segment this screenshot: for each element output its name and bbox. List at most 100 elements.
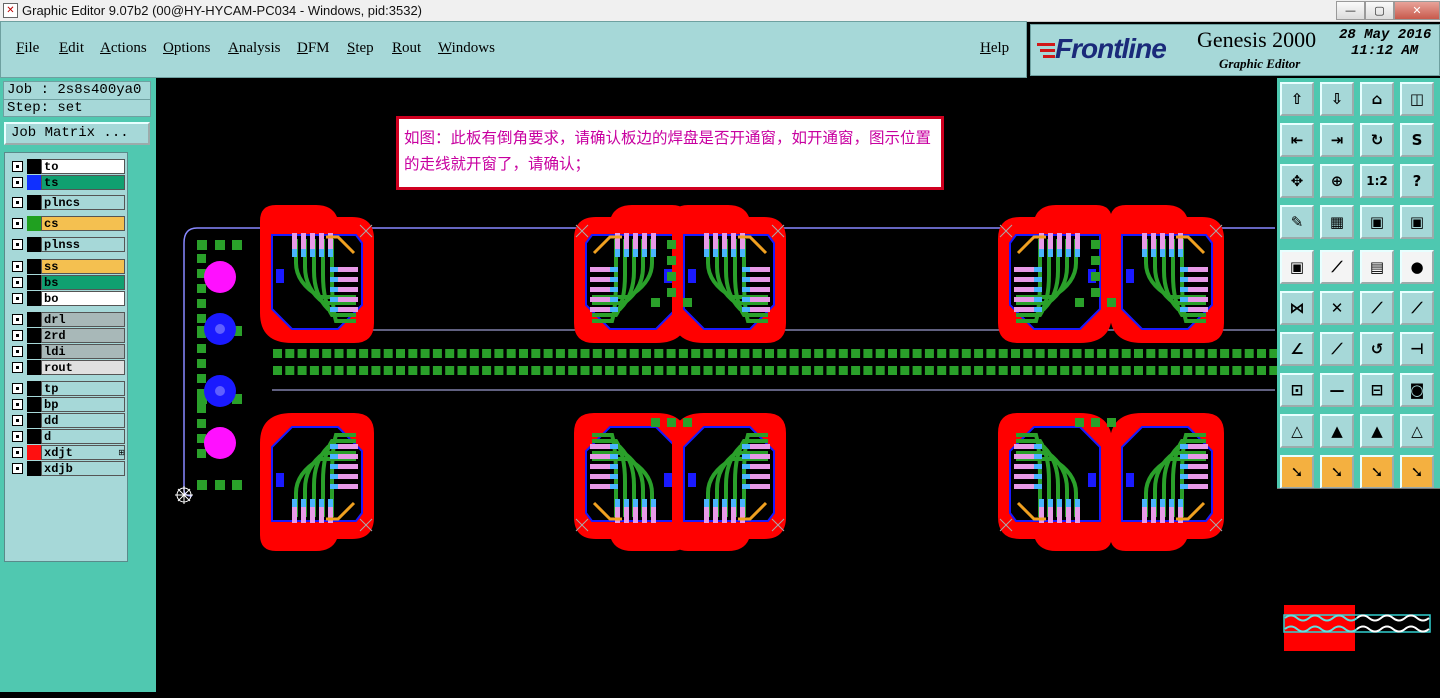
zoom-center-icon[interactable]: ⊕ xyxy=(1320,164,1354,198)
layer-color-swatch[interactable] xyxy=(27,397,41,412)
grid-icon[interactable]: ▦ xyxy=(1320,205,1354,239)
layer-name[interactable]: to xyxy=(41,159,125,174)
menu-options[interactable]: Options xyxy=(163,40,211,57)
zoom-fit-icon[interactable]: ✥ xyxy=(1280,164,1314,198)
cross-icon[interactable]: ✕ xyxy=(1320,291,1354,325)
layer-color-swatch[interactable] xyxy=(27,413,41,428)
menu-analysis[interactable]: Analysis xyxy=(228,40,281,57)
window-split-icon[interactable]: ◫ xyxy=(1400,82,1434,116)
layer-checkbox[interactable] xyxy=(12,293,23,304)
overview-panel[interactable] xyxy=(1277,488,1440,693)
layer-row-xdjt[interactable]: xdjt ⊞ xyxy=(7,445,127,460)
layer-row-bp[interactable]: bp xyxy=(7,397,127,412)
layer-row-tp[interactable]: tp xyxy=(7,381,127,396)
menu-help[interactable]: Help xyxy=(980,40,1009,57)
home-icon[interactable]: ⌂ xyxy=(1360,82,1394,116)
layer-checkbox[interactable] xyxy=(12,346,23,357)
layer-row-ldi[interactable]: ldi xyxy=(7,344,127,359)
layer-name[interactable]: rout xyxy=(41,360,125,375)
layer-name[interactable]: xdjb xyxy=(41,461,125,476)
pointer-icon[interactable]: ➘ xyxy=(1280,455,1314,489)
layer-checkbox[interactable] xyxy=(12,383,23,394)
arrow-in-left-icon[interactable]: ⇤ xyxy=(1280,123,1314,157)
layer-checkbox[interactable] xyxy=(12,218,23,229)
menu-file[interactable]: File xyxy=(16,40,39,57)
layer-name[interactable]: ts xyxy=(41,175,125,190)
layer-color-swatch[interactable] xyxy=(27,445,41,460)
layer-checkbox[interactable] xyxy=(12,399,23,410)
layers-red-alt-icon[interactable]: ▣ xyxy=(1400,205,1434,239)
pad-square-icon[interactable]: ▣ xyxy=(1280,250,1314,284)
triangle-arrow-icon[interactable]: ▲ xyxy=(1320,414,1354,448)
rotate-icon[interactable]: ↺ xyxy=(1360,332,1394,366)
layer-row-bs[interactable]: bs xyxy=(7,275,127,290)
layer-name[interactable]: bo xyxy=(41,291,125,306)
menu-edit[interactable]: Edit xyxy=(59,40,84,57)
snake-icon[interactable]: S xyxy=(1400,123,1434,157)
shapes-icon[interactable]: ◙ xyxy=(1400,373,1434,407)
scale-1-2-icon[interactable]: 1:2 xyxy=(1360,164,1394,198)
layer-checkbox[interactable] xyxy=(12,314,23,325)
ruler-icon[interactable]: ▤ xyxy=(1360,250,1394,284)
layer-color-swatch[interactable] xyxy=(27,344,41,359)
layer-color-swatch[interactable] xyxy=(27,461,41,476)
layer-row-xdjb[interactable]: xdjb xyxy=(7,461,127,476)
layer-name[interactable]: bp xyxy=(41,397,125,412)
layer-color-swatch[interactable] xyxy=(27,291,41,306)
layer-color-swatch[interactable] xyxy=(27,195,41,210)
layer-row-plncs[interactable]: plncs xyxy=(7,195,127,210)
layer-color-swatch[interactable] xyxy=(27,328,41,343)
pointer-box-icon[interactable]: ➘ xyxy=(1320,455,1354,489)
close-button[interactable]: ✕ xyxy=(1394,1,1440,20)
layer-name[interactable]: ldi xyxy=(41,344,125,359)
layer-name[interactable]: tp xyxy=(41,381,125,396)
triangle-red-icon[interactable]: ▲ xyxy=(1360,414,1394,448)
layer-row-ss[interactable]: ss xyxy=(7,259,127,274)
pointer-path-icon[interactable]: ➘ xyxy=(1400,455,1434,489)
menu-rout[interactable]: Rout xyxy=(392,40,421,57)
route-line-icon[interactable]: ⟋ xyxy=(1360,291,1394,325)
menu-windows[interactable]: Windows xyxy=(438,40,495,57)
layer-checkbox[interactable] xyxy=(12,431,23,442)
layer-row-cs[interactable]: cs xyxy=(7,216,127,231)
layer-row-plnss[interactable]: plnss xyxy=(7,237,127,252)
layer-checkbox[interactable] xyxy=(12,463,23,474)
triangle-line-icon[interactable]: △ xyxy=(1400,414,1434,448)
layer-row-2rd[interactable]: 2rd xyxy=(7,328,127,343)
layer-color-swatch[interactable] xyxy=(27,360,41,375)
layer-checkbox[interactable] xyxy=(12,161,23,172)
help-icon[interactable]: ? xyxy=(1400,164,1434,198)
maximize-button[interactable]: ▢ xyxy=(1365,1,1394,20)
layer-row-to[interactable]: to xyxy=(7,159,127,174)
job-matrix-button[interactable]: Job Matrix ... xyxy=(4,122,150,145)
tools-icon[interactable]: ✎ xyxy=(1280,205,1314,239)
layer-name[interactable]: 2rd xyxy=(41,328,125,343)
menu-dfm[interactable]: DFM xyxy=(297,40,330,57)
layer-checkbox[interactable] xyxy=(12,362,23,373)
measure-icon[interactable]: ⊟ xyxy=(1360,373,1394,407)
layer-color-swatch[interactable] xyxy=(27,312,41,327)
layers-red-icon[interactable]: ▣ xyxy=(1360,205,1394,239)
angle-icon[interactable]: ∠ xyxy=(1280,332,1314,366)
layer-color-swatch[interactable] xyxy=(27,175,41,190)
menu-step[interactable]: Step xyxy=(347,40,374,57)
line-cut-icon[interactable]: — xyxy=(1320,373,1354,407)
layer-name[interactable]: cs xyxy=(41,216,125,231)
layer-row-drl[interactable]: drl xyxy=(7,312,127,327)
move-pad-icon[interactable]: ⊡ xyxy=(1280,373,1314,407)
layer-checkbox[interactable] xyxy=(12,415,23,426)
layer-checkbox[interactable] xyxy=(12,277,23,288)
layer-name[interactable]: xdjt xyxy=(41,445,125,460)
mirror-icon[interactable]: ↻ xyxy=(1360,123,1394,157)
import-down-icon[interactable]: ⇩ xyxy=(1320,82,1354,116)
layer-color-swatch[interactable] xyxy=(27,216,41,231)
layer-checkbox[interactable] xyxy=(12,261,23,272)
layer-color-swatch[interactable] xyxy=(27,159,41,174)
layer-row-rout[interactable]: rout xyxy=(7,360,127,375)
circle-pad-icon[interactable]: ● xyxy=(1400,250,1434,284)
layer-row-bo[interactable]: bo xyxy=(7,291,127,306)
layer-checkbox[interactable] xyxy=(12,197,23,208)
graphic-canvas[interactable]: 如图：此板有倒角要求，请确认板边的焊盘是否开通窗，如开通窗，图示位置的走线就开窗… xyxy=(157,78,1277,692)
layer-color-swatch[interactable] xyxy=(27,275,41,290)
layer-name[interactable]: dd xyxy=(41,413,125,428)
